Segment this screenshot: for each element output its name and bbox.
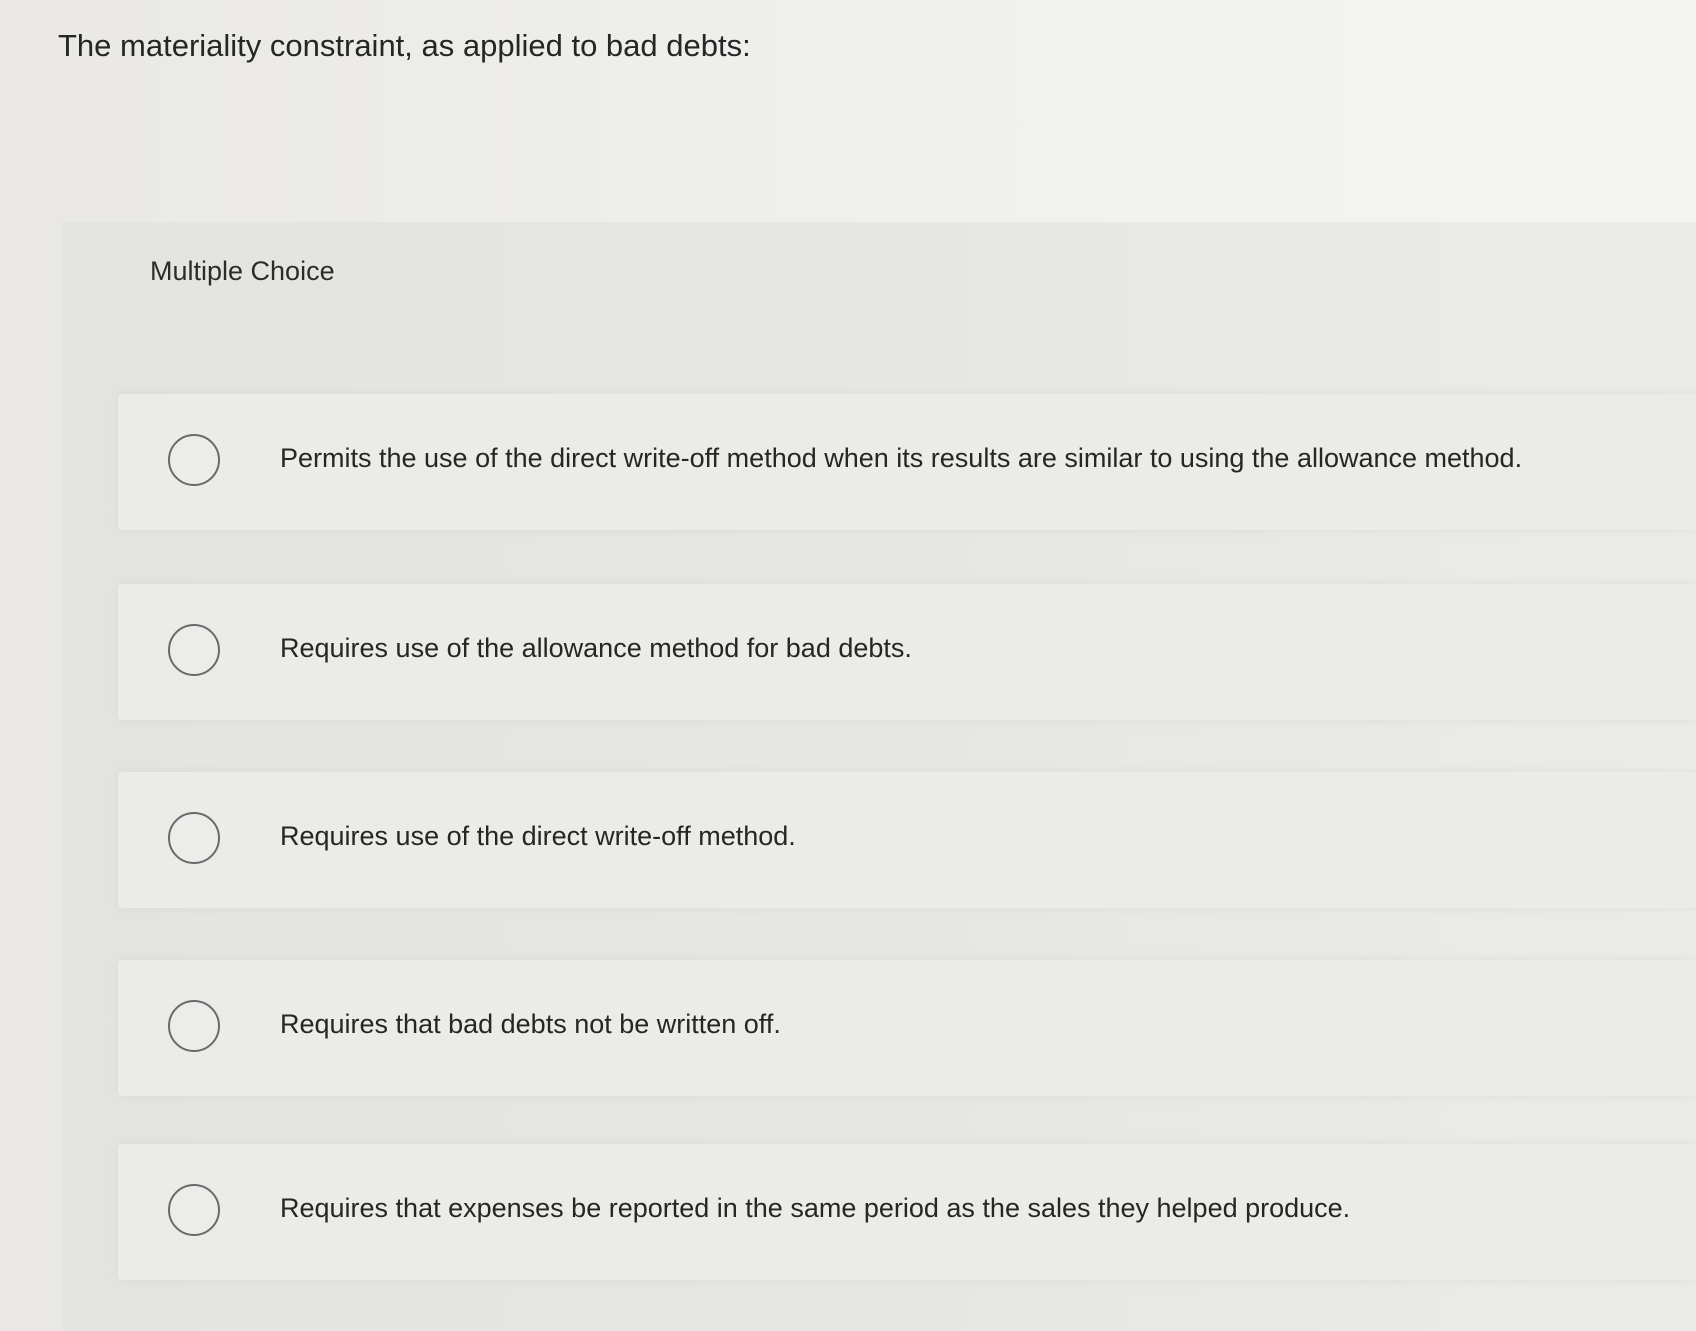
radio-button[interactable] (168, 434, 220, 486)
radio-button[interactable] (168, 624, 220, 676)
option-label: Requires use of the direct write-off met… (280, 821, 796, 851)
option-4[interactable]: Requires that bad debts not be written o… (118, 960, 1696, 1096)
option-label: Requires that bad debts not be written o… (280, 1009, 781, 1039)
radio-button[interactable] (168, 1000, 220, 1052)
option-5[interactable]: Requires that expenses be reported in th… (118, 1144, 1696, 1280)
radio-button[interactable] (168, 1184, 220, 1236)
question-prompt: The materiality constraint, as applied t… (58, 28, 751, 63)
option-label: Requires use of the allowance method for… (280, 633, 912, 663)
option-label: Requires that expenses be reported in th… (280, 1193, 1351, 1223)
option-1[interactable]: Permits the use of the direct write-off … (118, 394, 1696, 530)
radio-button[interactable] (168, 812, 220, 864)
multiple-choice-label: Multiple Choice (150, 256, 335, 286)
option-label: Permits the use of the direct write-off … (280, 443, 1523, 473)
multiple-choice-panel: Multiple Choice Permits the use of the d… (62, 222, 1696, 1331)
option-3[interactable]: Requires use of the direct write-off met… (118, 772, 1696, 908)
option-2[interactable]: Requires use of the allowance method for… (118, 584, 1696, 720)
